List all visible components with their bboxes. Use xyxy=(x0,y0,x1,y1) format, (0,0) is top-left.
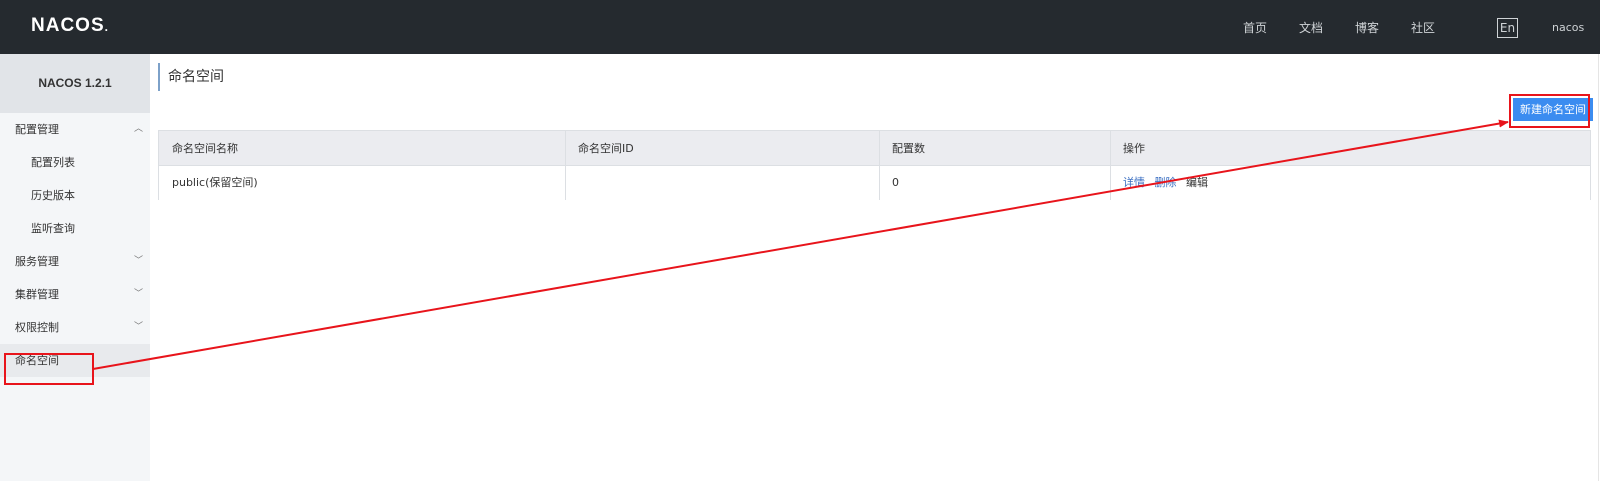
language-toggle[interactable]: En xyxy=(1497,18,1518,38)
nav-community[interactable]: 社区 xyxy=(1411,19,1435,36)
column-header-id: 命名空间ID xyxy=(578,142,634,155)
chevron-down-icon: ﹀ xyxy=(134,322,144,332)
table-row: public(保留空间) 0 详情 删除 编辑 xyxy=(159,166,1590,200)
sidebar-item-label: 命名空间 xyxy=(15,354,59,367)
namespace-name-cell: public(保留空间) xyxy=(172,176,258,189)
table-header: 命名空间名称 命名空间ID 配置数 操作 xyxy=(159,131,1590,166)
sidebar-item-label: 历史版本 xyxy=(31,189,75,202)
sidebar-item-cluster-management[interactable]: 集群管理 ﹀ xyxy=(0,278,150,311)
page-title: 命名空间 xyxy=(158,63,224,91)
sidebar-item-config-list[interactable]: 配置列表 xyxy=(0,146,150,179)
actions-cell: 详情 删除 编辑 xyxy=(1110,166,1590,200)
sidebar-item-label: 集群管理 xyxy=(15,288,59,301)
nav-blog[interactable]: 博客 xyxy=(1355,19,1379,36)
details-link[interactable]: 详情 xyxy=(1123,176,1145,189)
column-header-actions: 操作 xyxy=(1123,142,1145,155)
sidebar-item-history[interactable]: 历史版本 xyxy=(0,179,150,212)
sidebar-item-label: 监听查询 xyxy=(31,222,75,235)
namespace-table: 命名空间名称 命名空间ID 配置数 操作 public(保留空间) 0 详情 删… xyxy=(158,130,1591,200)
scrollbar-track[interactable] xyxy=(1598,54,1599,481)
delete-link[interactable]: 删除 xyxy=(1155,176,1177,189)
edit-link[interactable]: 编辑 xyxy=(1186,176,1208,189)
sidebar-item-config-management[interactable]: 配置管理 ︿ xyxy=(0,113,150,146)
user-menu[interactable]: nacos xyxy=(1552,21,1584,34)
nav-docs[interactable]: 文档 xyxy=(1299,19,1323,36)
chevron-up-icon: ︿ xyxy=(134,124,144,134)
sidebar-item-label: 配置列表 xyxy=(31,156,75,169)
sidebar-item-service-management[interactable]: 服务管理 ﹀ xyxy=(0,245,150,278)
column-header-name: 命名空间名称 xyxy=(172,142,238,155)
version-label: NACOS 1.2.1 xyxy=(0,54,150,113)
main-content: 命名空间 新建命名空间 命名空间名称 命名空间ID 配置数 操作 public(… xyxy=(150,54,1600,481)
sidebar-item-access-control[interactable]: 权限控制 ﹀ xyxy=(0,311,150,344)
nacos-logo[interactable]: NACOS. xyxy=(31,15,109,37)
sidebar-item-label: 服务管理 xyxy=(15,255,59,268)
new-namespace-button[interactable]: 新建命名空间 xyxy=(1513,98,1593,121)
column-header-config-count: 配置数 xyxy=(892,142,925,155)
config-count-cell: 0 xyxy=(892,176,899,189)
sidebar: NACOS 1.2.1 配置管理 ︿ 配置列表 历史版本 监听查询 服务管理 ﹀… xyxy=(0,54,150,481)
sidebar-item-namespace[interactable]: 命名空间 xyxy=(0,344,150,377)
sidebar-item-label: 配置管理 xyxy=(15,123,59,136)
sidebar-item-listener-query[interactable]: 监听查询 xyxy=(0,212,150,245)
namespace-id-cell xyxy=(565,166,879,200)
top-navbar: NACOS. 首页 文档 博客 社区 En nacos xyxy=(0,0,1600,54)
nav-home[interactable]: 首页 xyxy=(1243,19,1267,36)
chevron-down-icon: ﹀ xyxy=(134,256,144,266)
chevron-down-icon: ﹀ xyxy=(134,289,144,299)
sidebar-item-label: 权限控制 xyxy=(15,321,59,334)
